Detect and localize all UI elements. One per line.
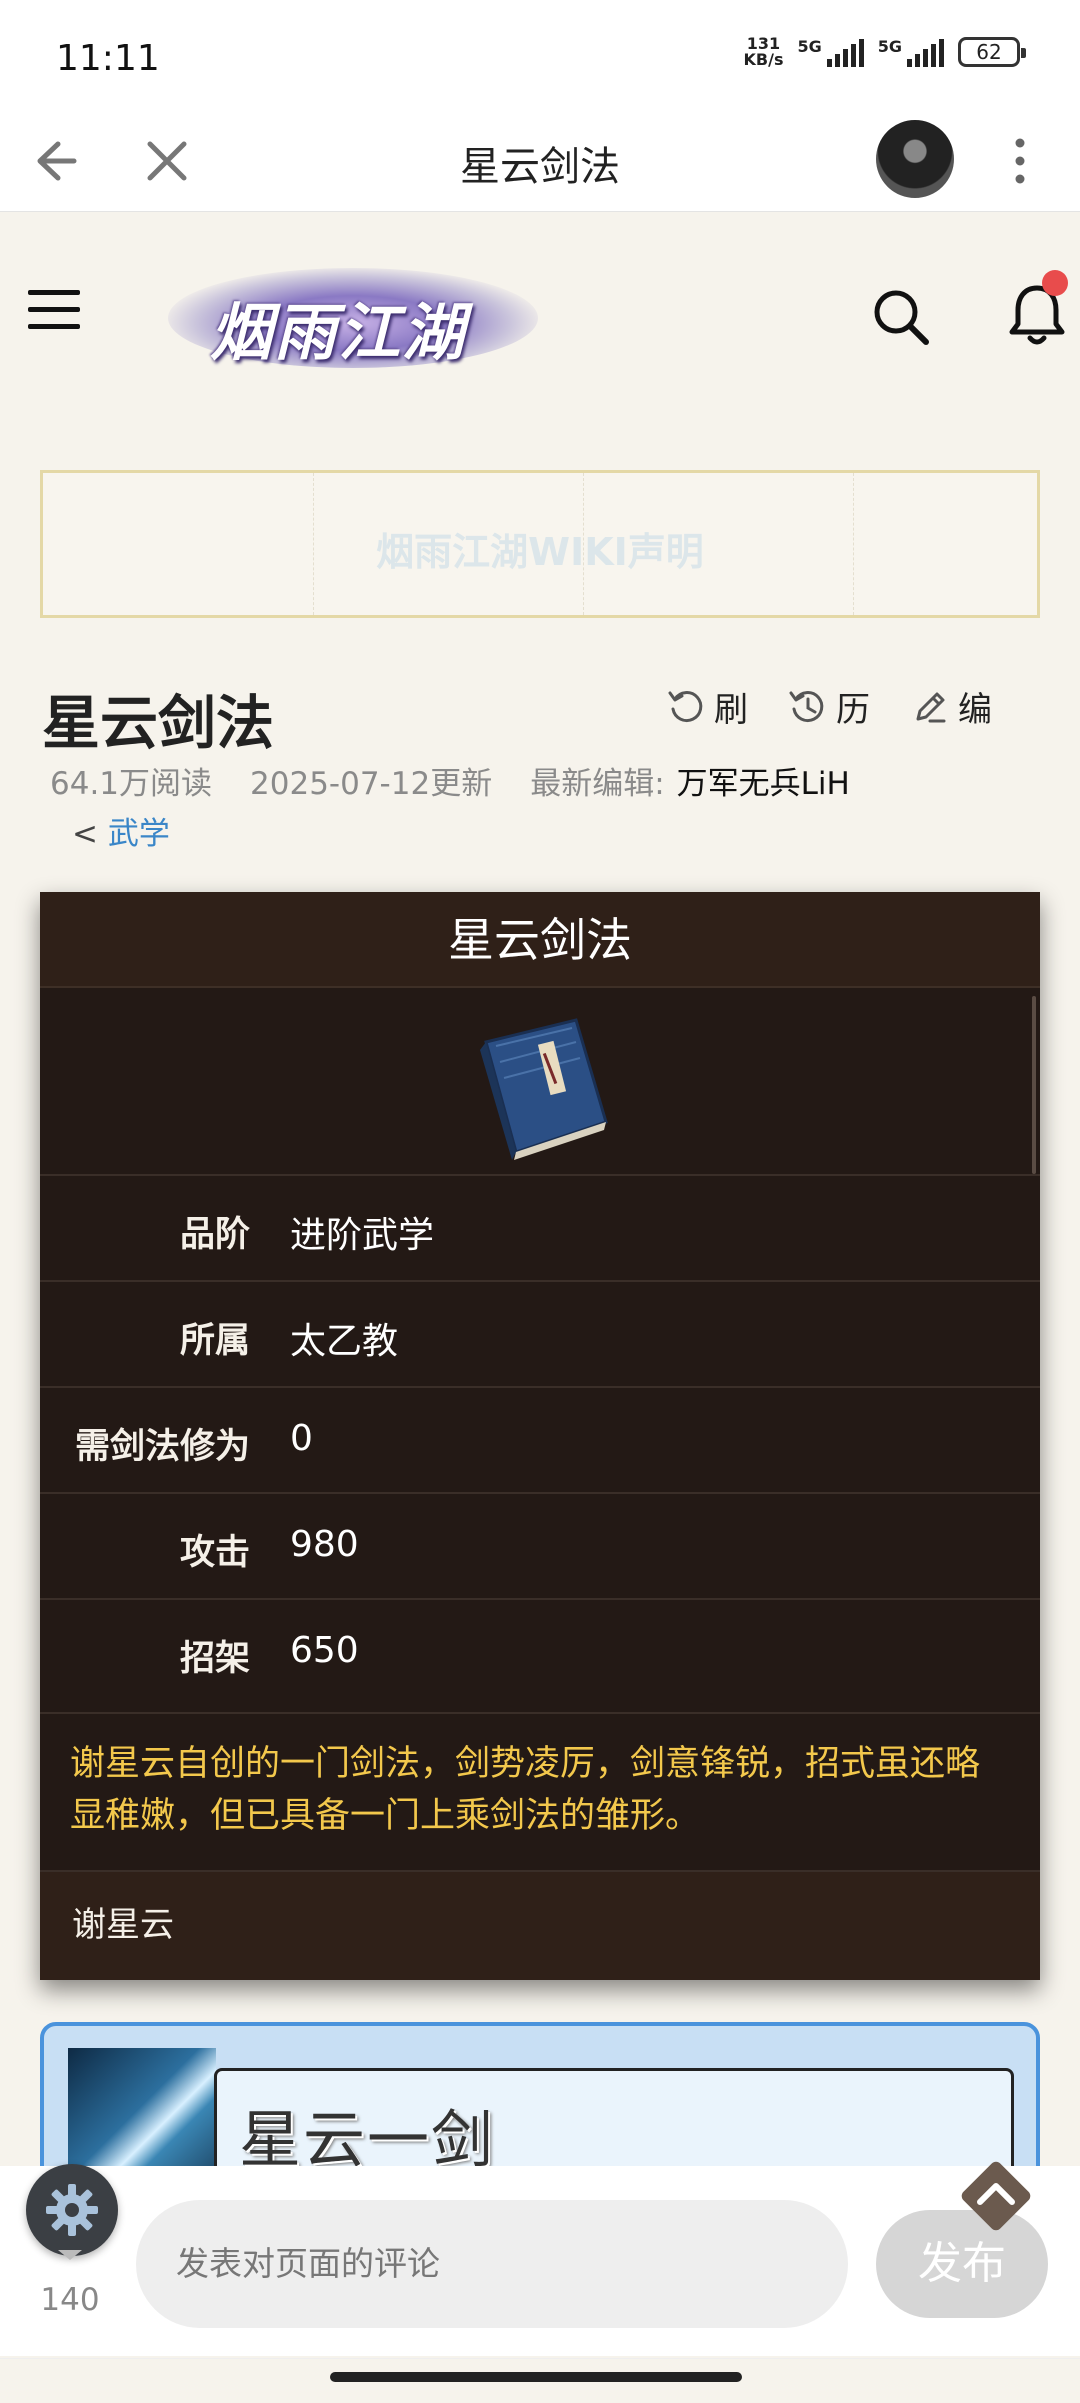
history-icon — [789, 690, 824, 722]
info-row-requirement: 需剑法修为 0 — [40, 1386, 1040, 1492]
search-icon[interactable] — [870, 286, 932, 348]
page-actions: 刷 历 编 — [666, 682, 992, 731]
skill-source[interactable]: 谢星云 — [40, 1870, 1040, 1980]
browser-nav-bar: 星云剑法 — [0, 110, 1080, 212]
edit-icon — [916, 692, 946, 722]
book-icon — [480, 1018, 608, 1160]
signal-icon: 5G — [878, 37, 944, 67]
gear-icon — [46, 2184, 98, 2236]
menu-icon[interactable] — [26, 286, 82, 334]
read-count: 64.1万阅读 — [50, 766, 213, 802]
home-indicator[interactable] — [330, 2372, 742, 2382]
status-time: 11:11 — [56, 38, 160, 79]
skill-info-card: 星云剑法 品阶 进阶武学 所属 太乙教 需剑法修为 0 攻击 980 招架 65… — [40, 892, 1040, 1980]
battery-icon: 62 — [958, 37, 1026, 67]
page-title: 星云剑法 — [42, 689, 275, 757]
signal-icon: 5G — [797, 37, 864, 67]
info-row-attack: 攻击 980 — [40, 1492, 1040, 1598]
status-indicators: 131 KB/s 5G 5G 62 — [743, 34, 1026, 69]
comment-input[interactable]: 发表对页面的评论 — [136, 2200, 848, 2328]
wiki-notice-banner[interactable]: 烟雨江湖WIKI声明 — [40, 470, 1040, 618]
breadcrumb-link[interactable]: 武学 — [108, 816, 170, 852]
edit-button[interactable]: 编 — [910, 682, 992, 731]
refresh-icon — [668, 690, 703, 722]
latest-editor[interactable]: 万军无兵LiH — [677, 758, 850, 803]
info-row-grade: 品阶 进阶武学 — [40, 1174, 1040, 1280]
info-row-parry: 招架 650 — [40, 1598, 1040, 1704]
network-speed: 131 KB/s — [743, 34, 784, 69]
page-meta: 64.1万阅读 2025-07-12更新 最新编辑: 万军无兵LiH — [50, 758, 850, 803]
status-bar: 11:11 131 KB/s 5G 5G 62 — [0, 0, 1080, 110]
upvote-icon[interactable] — [56, 2248, 84, 2262]
notice-text: 烟雨江湖WIKI声明 — [376, 530, 704, 574]
back-to-top-icon[interactable] — [950, 2150, 1042, 2242]
settings-button[interactable] — [26, 2164, 118, 2256]
breadcrumb: < 武学 — [72, 816, 170, 852]
more-vertical-icon[interactable] — [1000, 134, 1040, 188]
refresh-button[interactable]: 刷 — [666, 682, 748, 731]
info-card-title: 星云剑法 — [40, 892, 1040, 988]
site-logo[interactable]: 烟雨江湖 — [168, 258, 538, 378]
scrollbar[interactable] — [1032, 996, 1036, 1174]
like-count: 140 — [40, 2282, 100, 2318]
updated-date: 2025-07-12更新 — [250, 766, 493, 802]
avatar[interactable] — [874, 118, 956, 200]
info-row-faction: 所属 太乙教 — [40, 1280, 1040, 1386]
latest-editor-label: 最新编辑: — [530, 766, 665, 802]
notification-badge — [1042, 270, 1068, 296]
history-button[interactable]: 历 — [788, 682, 870, 731]
skill-description: 谢星云自创的一门剑法，剑势凌厉，剑意锋锐，招式虽还略显稚嫩，但已具备一门上乘剑法… — [40, 1712, 1040, 1870]
